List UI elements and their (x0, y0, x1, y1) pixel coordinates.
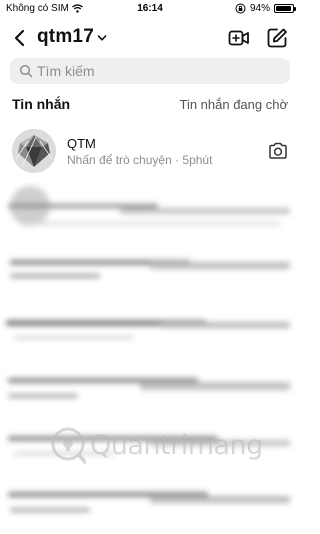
compose-icon[interactable] (266, 27, 288, 49)
lightbulb-icon (51, 427, 86, 464)
conversation-subtitle: Nhấn để trò chuyện · 5phút (67, 153, 213, 167)
watermark-text: Quantrimang (90, 430, 263, 461)
watermark: Quantrimang (48, 424, 268, 468)
status-bar: Không có SIM 16:14 94% (0, 0, 300, 18)
message-requests-link[interactable]: Tin nhắn đang chờ (179, 97, 288, 112)
blurred-row (0, 182, 300, 242)
status-right: 94% (235, 3, 296, 14)
conversation-row[interactable]: QTM Nhấn để trò chuyện · 5phút (0, 124, 300, 180)
battery-icon (274, 4, 296, 13)
video-plus-icon[interactable] (228, 27, 250, 49)
blurred-row (0, 474, 300, 534)
battery-level (276, 6, 292, 11)
messages-section-title: Tin nhắn (12, 96, 71, 112)
camera-icon[interactable] (268, 142, 288, 160)
blurred-row (0, 240, 300, 300)
conversation-name: QTM (67, 136, 96, 151)
blurred-row (0, 298, 300, 358)
header: qtm17 (0, 22, 300, 54)
blurred-conversations (0, 182, 300, 534)
search-bar[interactable] (10, 58, 290, 84)
search-icon (19, 64, 33, 78)
account-name[interactable]: qtm17 (37, 26, 94, 48)
blurred-row (0, 358, 300, 418)
chevron-down-icon[interactable] (96, 32, 108, 44)
rotation-lock-icon (235, 3, 246, 14)
avatar (12, 129, 56, 173)
battery-percent: 94% (249, 3, 270, 14)
search-input[interactable] (37, 58, 282, 84)
avatar-image (12, 129, 56, 173)
chevron-left-icon[interactable] (10, 28, 30, 48)
